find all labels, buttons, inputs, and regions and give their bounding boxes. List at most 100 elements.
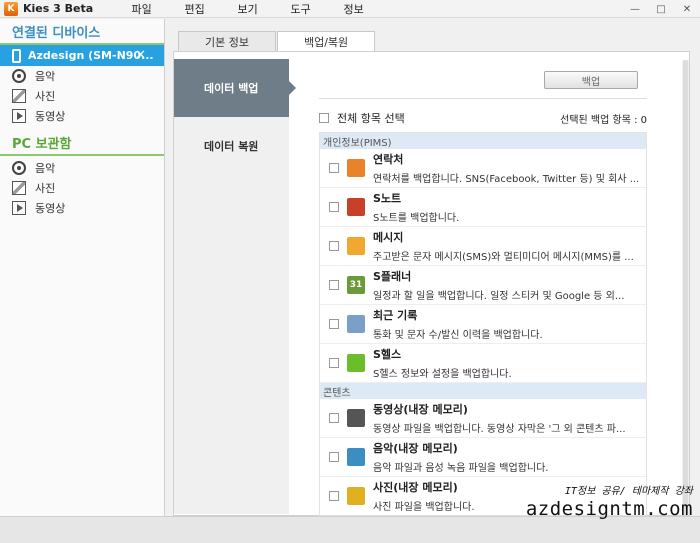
menu-file[interactable]: 파일: [115, 1, 168, 17]
backup-item-row[interactable]: 음악(내장 메모리) 음악 파일과 음성 녹음 파일을 백업합니다.: [320, 438, 646, 477]
backup-button[interactable]: 백업: [544, 71, 638, 89]
pc-item-photos[interactable]: 사진: [0, 178, 164, 198]
device-item-photos[interactable]: 사진: [0, 86, 164, 106]
photo-icon: [12, 89, 26, 103]
item-description: 음악 파일과 음성 녹음 파일을 백업합니다.: [373, 463, 549, 474]
item-title: 메시지: [373, 231, 404, 244]
scrollbar-thumb[interactable]: [683, 60, 688, 515]
pc-item-music[interactable]: 음악: [0, 158, 164, 178]
shealth-icon: [347, 354, 365, 372]
item-text: 음악(내장 메모리) 음악 파일과 음성 녹음 파일을 백업합니다.: [373, 440, 646, 474]
backup-item-row[interactable]: 31 S플래너 일정과 할 일을 백업합니다. 일정 스티커 및 Google 등 …: [320, 266, 646, 305]
item-title: 연락처: [373, 153, 404, 166]
message-icon: [347, 237, 365, 255]
item-title: S플래너: [373, 270, 412, 283]
nav-label: 사진: [35, 182, 56, 195]
photo-icon: [12, 181, 26, 195]
category-header: 콘텐츠: [320, 383, 646, 399]
connected-devices-header: 연결된 디바이스: [0, 19, 164, 45]
watermark-subtitle: IT정보 공유/ 테마제작 강좌: [564, 486, 693, 497]
menu-info[interactable]: 정보: [327, 1, 380, 17]
select-all-label: 전체 항목 선택: [337, 112, 405, 125]
backup-item-list: 개인정보(PIMS) 연락처연락처를 백업합니다. SNS(Facebook, T…: [319, 132, 647, 516]
item-text: 동영상(내장 메모리) 동영상 파일을 백업합니다. 동영상 자막은 '그 외 콘…: [373, 401, 646, 435]
backup-item-row[interactable]: S노트 S노트를 백업합니다.: [320, 188, 646, 227]
nav-label: 사진: [35, 90, 56, 103]
item-title: 최근 기록: [373, 309, 418, 322]
item-description: S노트를 백업합니다.: [373, 213, 460, 224]
item-checkbox[interactable]: [329, 491, 339, 501]
item-checkbox[interactable]: [329, 452, 339, 462]
snote-icon: [347, 198, 365, 216]
item-checkbox[interactable]: [329, 358, 339, 368]
backup-item-row[interactable]: 연락처연락처를 백업합니다. SNS(Facebook, Twitter 등) …: [320, 149, 646, 188]
music-icon: [12, 69, 26, 83]
pc-item-videos[interactable]: 동영상: [0, 198, 164, 218]
video-icon: [12, 201, 26, 215]
phone-icon: [12, 48, 21, 63]
scrollbar[interactable]: [682, 60, 689, 515]
backup-item-row[interactable]: S헬스 S헬스 정보와 설정을 백업합니다.: [320, 344, 646, 383]
item-checkbox[interactable]: [329, 163, 339, 173]
item-checkbox[interactable]: [329, 413, 339, 423]
menu-tools[interactable]: 도구: [274, 1, 327, 17]
status-bar: [0, 516, 700, 543]
device-item-videos[interactable]: 동영상: [0, 106, 164, 126]
photo-file-icon: [347, 487, 365, 505]
backup-panel: 데이터 백업 데이터 복원 백업 전체 항목 선택 선택된 백업 항목 : 0 …: [173, 51, 690, 516]
category-header: 개인정보(PIMS): [320, 133, 646, 149]
select-all-checkbox[interactable]: [319, 113, 329, 123]
watermark: IT정보 공유/ 테마제작 강좌 azdesigntm.com: [503, 482, 693, 520]
menu-view[interactable]: 보기: [221, 1, 274, 17]
item-checkbox[interactable]: [329, 319, 339, 329]
backup-item-row[interactable]: 최근 기록통화 및 문자 수/발신 이력을 백업합니다.: [320, 305, 646, 344]
item-description: S헬스 정보와 설정을 백업합니다.: [373, 369, 512, 380]
kies-logo-icon: K: [4, 1, 18, 16]
item-text: S헬스 S헬스 정보와 설정을 백업합니다.: [373, 346, 646, 380]
subnav-data-restore[interactable]: 데이터 복원: [174, 117, 289, 175]
tab-basic-info[interactable]: 기본 정보: [178, 31, 276, 51]
item-title: S헬스: [373, 348, 402, 361]
app-title: Kies 3 Beta: [23, 2, 94, 15]
nav-label: 동영상: [35, 202, 66, 215]
divider: [319, 98, 647, 99]
item-title: S노트: [373, 192, 402, 205]
item-text: 최근 기록통화 및 문자 수/발신 이력을 백업합니다.: [373, 307, 646, 341]
item-title: 동영상(내장 메모리): [373, 403, 468, 416]
pc-library-header: PC 보관함: [0, 130, 164, 156]
item-text: 메시지주고받은 문자 메시지(SMS)와 멀티미디어 메시지(MMS)를 ...: [373, 229, 646, 263]
music-file-icon: [347, 448, 365, 466]
nav-label: 음악: [35, 162, 56, 175]
tab-backup-restore[interactable]: 백업/복원: [276, 31, 376, 52]
sidebar: 연결된 디바이스 Azdesign (SM-N90... ✕ 음악 사진 동영상…: [0, 19, 165, 516]
item-checkbox[interactable]: [329, 202, 339, 212]
item-description: 주고받은 문자 메시지(SMS)와 멀티미디어 메시지(MMS)를 ...: [373, 252, 634, 263]
item-text: 연락처연락처를 백업합니다. SNS(Facebook, Twitter 등) …: [373, 151, 646, 185]
selected-count: 선택된 백업 항목 : 0: [560, 114, 647, 126]
item-title: 음악(내장 메모리): [373, 442, 458, 455]
item-description: 통화 및 문자 수/발신 이력을 백업합니다.: [373, 330, 543, 341]
disconnect-icon[interactable]: ✕: [135, 48, 146, 63]
close-button[interactable]: ✕: [674, 0, 700, 18]
main-tabs: 기본 정보 백업/복원: [178, 31, 376, 52]
item-checkbox[interactable]: [329, 241, 339, 251]
select-all-row: 전체 항목 선택 선택된 백업 항목 : 0: [319, 110, 647, 126]
maximize-button[interactable]: □: [648, 0, 674, 18]
window-controls: — □ ✕: [622, 0, 700, 18]
item-text: S플래너 일정과 할 일을 백업합니다. 일정 스티커 및 Google 등 외.…: [373, 268, 646, 302]
subnav-data-backup[interactable]: 데이터 백업: [174, 59, 296, 117]
item-checkbox[interactable]: [329, 280, 339, 290]
backup-item-row[interactable]: 동영상(내장 메모리) 동영상 파일을 백업합니다. 동영상 자막은 '그 외 콘…: [320, 399, 646, 438]
menu-edit[interactable]: 편집: [168, 1, 221, 17]
item-description: 동영상 파일을 백업합니다. 동영상 자막은 '그 외 콘텐츠 파...: [373, 424, 626, 435]
menu-bar: 파일 편집 보기 도구 정보: [115, 1, 380, 17]
minimize-button[interactable]: —: [622, 0, 648, 18]
watermark-site: azdesigntm.com: [525, 498, 693, 520]
device-item[interactable]: Azdesign (SM-N90... ✕: [0, 45, 164, 66]
video-icon: [12, 109, 26, 123]
music-icon: [12, 161, 26, 175]
device-item-music[interactable]: 음악: [0, 66, 164, 86]
backup-item-row[interactable]: 메시지주고받은 문자 메시지(SMS)와 멀티미디어 메시지(MMS)를 ...: [320, 227, 646, 266]
backup-subnav: 데이터 백업 데이터 복원: [174, 59, 296, 514]
item-description: 연락처를 백업합니다. SNS(Facebook, Twitter 등) 및 회…: [373, 174, 640, 185]
